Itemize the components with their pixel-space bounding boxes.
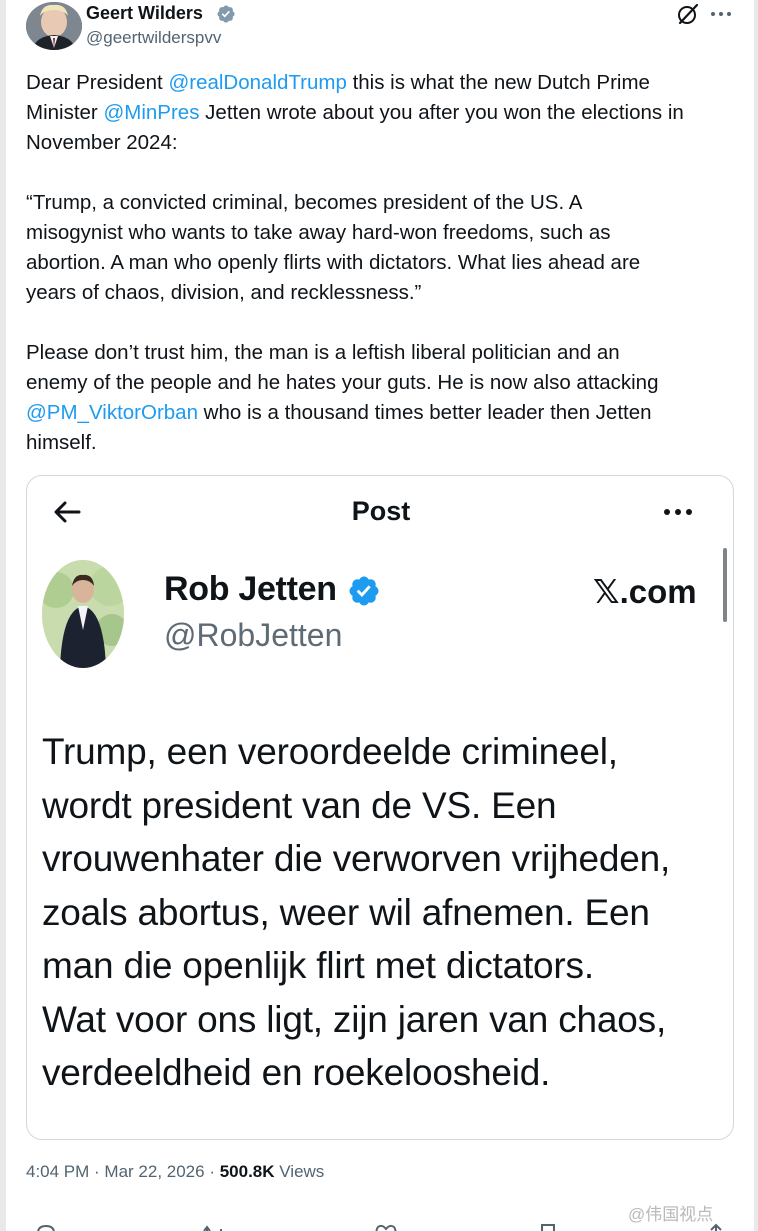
quoted-text-line: vrouwenhater die verworven vrijheden, — [42, 838, 671, 879]
tweet-time[interactable]: 4:04 PM — [26, 1162, 89, 1181]
tweet-text-segment: who is a thousand times better leader th… — [197, 401, 652, 424]
views-count: 500.8K — [219, 1162, 275, 1181]
quoted-post-text: Trump, een veroordeelde crimineel, wordt … — [42, 725, 732, 1100]
tweet-text-segment: this is what the new Dutch Prime — [346, 71, 650, 94]
tweet-text-line: years of chaos, division, and recklessne… — [26, 281, 422, 304]
mention-link[interactable]: @PM_ViktorOrban — [26, 401, 198, 424]
tweet-paragraph-intro: Dear President @realDonaldTrump this is … — [26, 68, 738, 158]
watermark: @伟国视点 — [628, 1205, 714, 1224]
quoted-text-line: Wat voor ons ligt, zijn jaren van chaos, — [42, 998, 667, 1040]
embedded-image-card[interactable]: Post Rob Jetten @RobJetten 𝕏.com Trump, … — [26, 475, 734, 1140]
more-icon — [664, 509, 692, 515]
verified-badge-icon — [217, 5, 235, 23]
tweet-text-line: misogynist who wants to take away hard-w… — [26, 221, 611, 244]
views-label: Views — [274, 1162, 325, 1181]
quoted-author-name: Rob Jetten — [164, 570, 337, 608]
author-avatar[interactable] — [26, 2, 82, 50]
tweet-date[interactable]: Mar 22, 2026 — [104, 1162, 204, 1181]
frame-right-border — [754, 0, 758, 1231]
author-name[interactable]: Geert Wilders — [86, 3, 203, 24]
tweet-text-line: abortion. A man who openly flirts with d… — [26, 251, 641, 274]
repost-icon[interactable] — [202, 1222, 226, 1231]
quoted-author-handle: @RobJetten — [164, 617, 343, 653]
quoted-text-line: wordt president van de VS. Een — [42, 784, 557, 826]
tweet-text-segment: Dear President — [26, 71, 169, 94]
quoted-text-line: man die openlijk flirt met dictators. — [42, 945, 594, 986]
quoted-text-line: Trump, een veroordeelde crimineel, — [42, 731, 618, 772]
verified-badge-icon — [349, 576, 379, 606]
tweet-text-segment: Minister — [26, 101, 104, 124]
tweet-text-segment: himself. — [26, 431, 97, 454]
grok-icon[interactable] — [676, 2, 700, 26]
more-icon[interactable] — [708, 2, 734, 26]
tweet-meta: 4:04 PM · Mar 22, 2026 · 500.8K Views — [26, 1162, 324, 1182]
bookmark-icon[interactable] — [536, 1222, 560, 1231]
card-page-title: Post — [351, 496, 411, 526]
tweet: Geert Wilders @geertwilderspvv Dear Pres… — [6, 0, 754, 1231]
quoted-author-avatar — [42, 560, 124, 668]
tweet-text-segment: enemy of the people and he hates your gu… — [26, 371, 659, 394]
reply-icon[interactable] — [34, 1222, 58, 1231]
tweet-text: Dear President @realDonaldTrump this is … — [26, 68, 738, 458]
card-scrollbar — [723, 548, 727, 622]
tweet-paragraph-appeal: Please don’t trust him, the man is a lef… — [26, 338, 738, 458]
x-com-brand: 𝕏.com — [593, 573, 697, 610]
author-handle[interactable]: @geertwilderspvv — [86, 28, 221, 48]
tweet-paragraph-quote: “Trump, a convicted criminal, becomes pr… — [26, 188, 738, 308]
tweet-text-segment: November 2024: — [26, 131, 178, 154]
mention-link[interactable]: @realDonaldTrump — [168, 71, 346, 94]
quoted-text-line: zoals abortus, weer wil afnemen. Een — [42, 891, 650, 933]
like-icon[interactable] — [374, 1222, 398, 1231]
tweet-text-segment: Jetten wrote about you after you won the… — [199, 101, 684, 124]
mention-link[interactable]: @MinPres — [103, 101, 199, 124]
meta-separator: · — [204, 1162, 220, 1181]
tweet-text-segment: Please don’t trust him, the man is a lef… — [26, 341, 620, 364]
tweet-text-line: “Trump, a convicted criminal, becomes pr… — [26, 191, 583, 214]
meta-separator: · — [89, 1162, 105, 1181]
quoted-text-line: verdeeldheid en roekeloosheid. — [42, 1052, 551, 1093]
